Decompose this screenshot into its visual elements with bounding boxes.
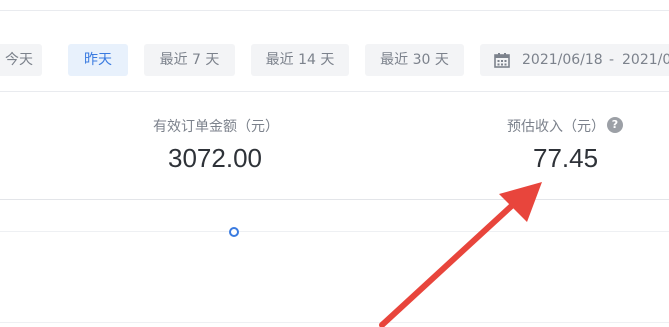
chart-gridline	[0, 322, 669, 323]
estimated-income-value: 77.45	[533, 143, 599, 173]
question-mark-icon[interactable]: ?	[607, 117, 623, 133]
filter-last-30-days-button[interactable]: 最近 30 天	[365, 44, 464, 76]
filter-last-14-days-button[interactable]: 最近 14 天	[251, 44, 349, 76]
valid-order-amount-value: 3072.00	[168, 143, 262, 173]
chart-data-point[interactable]	[229, 227, 239, 237]
date-range-separator: -	[609, 52, 615, 68]
date-range-end: 2021/0	[622, 52, 669, 68]
estimated-income-label: 预估收入（元）	[507, 119, 605, 135]
filter-today-button[interactable]: 今天	[0, 44, 42, 76]
report-panel: 今天 昨天 最近 7 天 最近 14 天 最近 30 天 2021/06/18 …	[0, 0, 669, 327]
filter-last-7-days-button[interactable]: 最近 7 天	[144, 44, 235, 76]
chart-gridline	[0, 231, 669, 232]
filter-divider	[0, 91, 669, 92]
top-divider	[0, 10, 669, 11]
valid-order-amount-label: 有效订单金额（元）	[153, 119, 279, 135]
date-range-picker[interactable]: 2021/06/18 - 2021/0	[480, 44, 669, 76]
date-range-start: 2021/06/18	[522, 52, 603, 68]
calendar-icon	[494, 53, 510, 68]
filter-yesterday-button[interactable]: 昨天	[68, 44, 128, 76]
metrics-divider	[0, 199, 669, 200]
